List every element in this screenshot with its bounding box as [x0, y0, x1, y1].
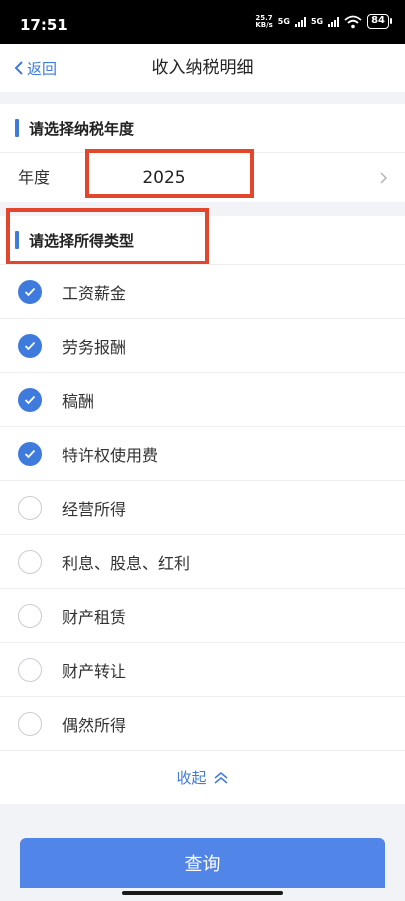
- income-type-label: 特许权使用费: [62, 445, 159, 465]
- income-type-item[interactable]: 特许权使用费: [0, 426, 405, 480]
- checkbox-checked-icon[interactable]: [18, 279, 42, 304]
- income-type-item[interactable]: 偶然所得: [0, 696, 405, 750]
- signal-label-1: 5G: [277, 17, 290, 26]
- income-type-label: 财产转让: [62, 661, 127, 681]
- checkbox-unchecked-icon[interactable]: [18, 495, 42, 520]
- status-bar: 17:51 25.7 KB/s 5G 5G 84: [0, 0, 405, 44]
- income-type-item[interactable]: 利息、股息、红利: [0, 534, 405, 588]
- checkbox-unchecked-icon[interactable]: [18, 711, 42, 736]
- collapse-button[interactable]: 收起: [0, 750, 405, 804]
- checkbox-unchecked-icon[interactable]: [18, 657, 42, 682]
- income-type-label: 利息、股息、红利: [62, 553, 191, 573]
- income-type-item[interactable]: 财产租赁: [0, 588, 405, 642]
- checkbox-unchecked-icon[interactable]: [18, 603, 42, 628]
- income-type-item[interactable]: 劳务报酬: [0, 318, 405, 372]
- income-type-label: 工资薪金: [62, 283, 127, 303]
- income-type-item[interactable]: 稿酬: [0, 372, 405, 426]
- income-type-label: 稿酬: [62, 391, 95, 411]
- collapse-label: 收起: [176, 769, 207, 787]
- checkbox-checked-icon[interactable]: [18, 387, 42, 412]
- year-section-heading: 请选择纳税年度: [29, 119, 135, 138]
- income-type-label: 财产租赁: [62, 607, 127, 627]
- income-type-label: 劳务报酬: [62, 337, 127, 357]
- query-button[interactable]: 查询: [20, 838, 385, 888]
- page-title: 收入纳税明细: [151, 58, 254, 78]
- section-accent-bar: [15, 119, 19, 137]
- income-type-item[interactable]: 财产转让: [0, 642, 405, 696]
- year-label: 年度: [18, 168, 51, 187]
- network-speed: 25.7 KB/s: [255, 13, 273, 29]
- chevron-double-up-icon: [214, 771, 227, 784]
- income-type-label: 经营所得: [62, 499, 127, 519]
- income-highlight-box: [6, 208, 209, 265]
- income-type-list: 工资薪金劳务报酬稿酬特许权使用费 经营所得利息、股息、红利 财产租赁财产转让偶然所得: [0, 264, 405, 750]
- wifi-icon: [344, 15, 362, 28]
- income-type-item[interactable]: 工资薪金: [0, 264, 405, 318]
- year-highlight-box: [85, 149, 254, 198]
- signal-label-2: 5G: [310, 17, 324, 26]
- chevron-right-icon: [380, 172, 388, 184]
- signal-bars-icon: [294, 16, 306, 27]
- checkbox-checked-icon[interactable]: [18, 441, 42, 466]
- home-indicator[interactable]: [122, 891, 283, 895]
- signal-bars-icon: [328, 16, 340, 27]
- nav-bar: 返回 收入纳税明细: [0, 44, 405, 92]
- clock: 17:51: [20, 16, 68, 34]
- income-type-item[interactable]: 经营所得: [0, 480, 405, 534]
- income-type-label: 偶然所得: [62, 715, 127, 735]
- checkbox-unchecked-icon[interactable]: [18, 549, 42, 574]
- checkbox-checked-icon[interactable]: [18, 333, 42, 358]
- status-icons: 25.7 KB/s 5G 5G 84: [255, 13, 392, 29]
- battery-icon: 84: [367, 14, 392, 29]
- year-section-header: 请选择纳税年度: [0, 104, 405, 152]
